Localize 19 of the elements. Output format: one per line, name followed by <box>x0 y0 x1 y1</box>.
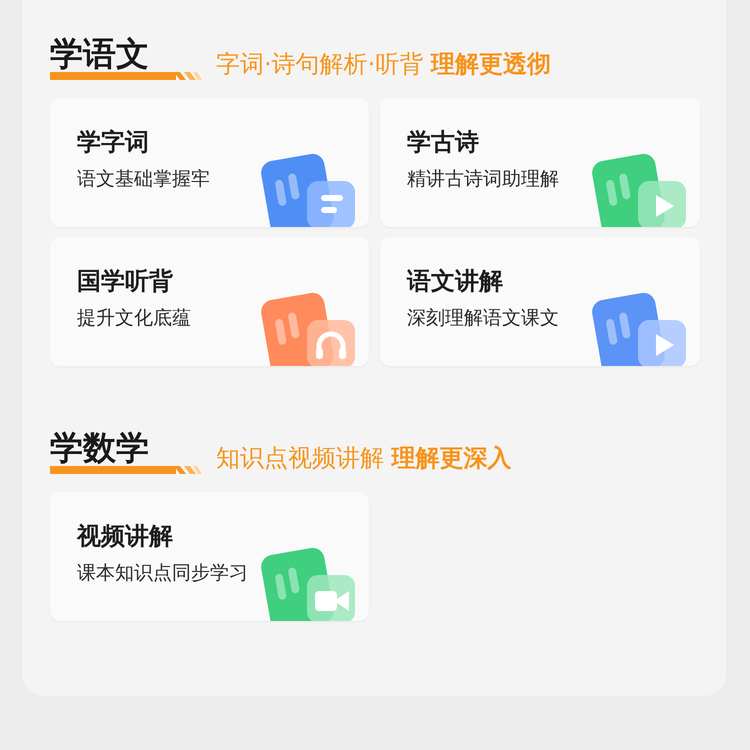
feature-card[interactable]: 视频讲解 课本知识点同步学习 <box>50 492 369 621</box>
section-subtitle: 字词·诗句解析·听背 理解更透彻 <box>216 49 551 80</box>
card-subtitle: 精讲古诗词助理解 <box>407 167 560 192</box>
section-subtitle: 知识点视频讲解 理解更深入 <box>216 443 512 474</box>
section-title: 学语文 <box>50 34 149 74</box>
feature-card[interactable]: 学字词 语文基础掌握牢 <box>50 98 369 227</box>
feature-card[interactable]: 学古诗 精讲古诗词助理解 <box>380 98 700 227</box>
card-subtitle: 深刻理解语文课文 <box>407 306 560 331</box>
card-title: 语文讲解 <box>407 266 504 297</box>
card-title: 学古诗 <box>407 127 480 158</box>
card-subtitle: 语文基础掌握牢 <box>77 167 211 192</box>
feature-card[interactable]: 语文讲解 深刻理解语文课文 <box>380 237 700 366</box>
card-title: 视频讲解 <box>77 521 174 552</box>
card-subtitle: 提升文化底蕴 <box>77 306 192 331</box>
card-subtitle: 课本知识点同步学习 <box>77 561 249 586</box>
feature-card[interactable]: 国学听背 提升文化底蕴 <box>50 237 369 366</box>
card-title: 学字词 <box>77 127 150 158</box>
section-title: 学数学 <box>50 428 149 468</box>
card-title: 国学听背 <box>77 266 174 297</box>
